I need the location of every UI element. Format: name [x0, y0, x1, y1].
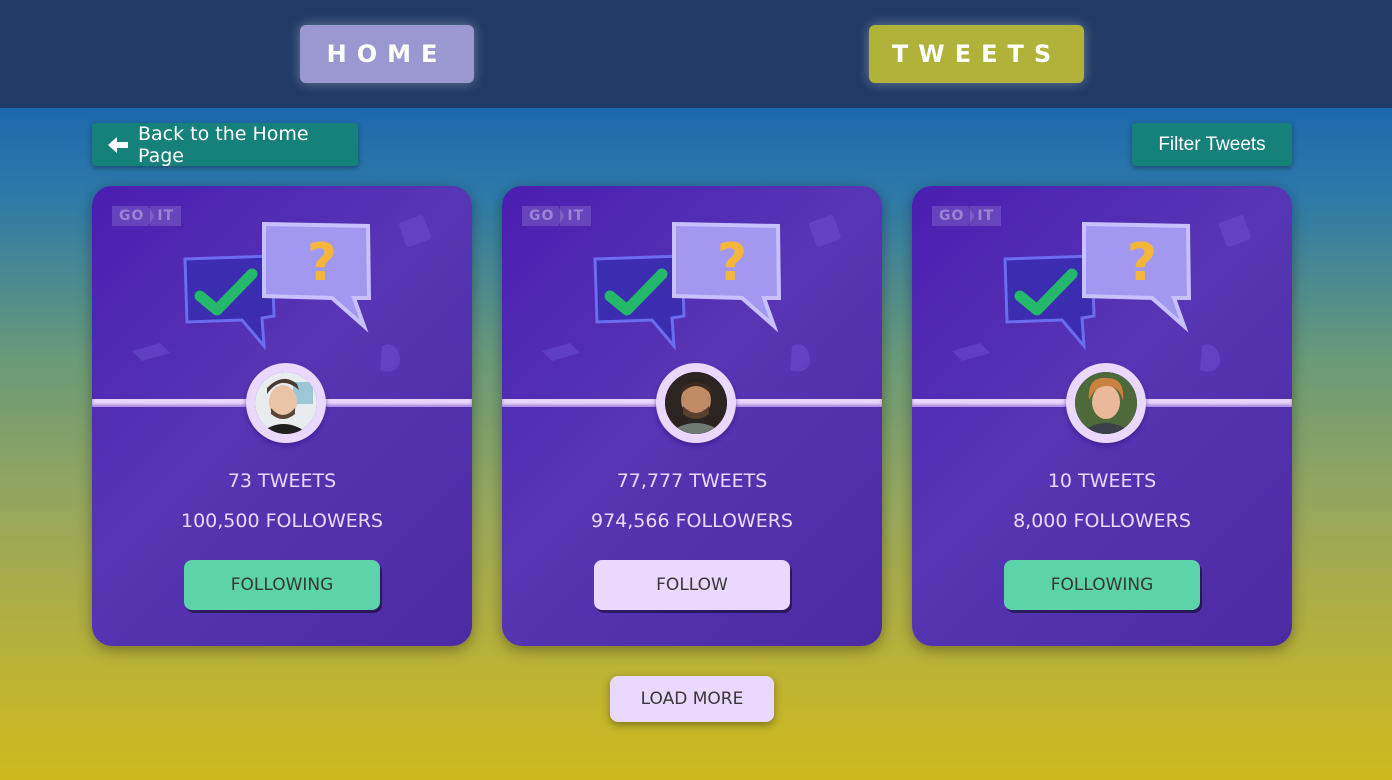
arrow-left-icon: [108, 135, 128, 155]
followers-count: 100,500 FOLLOWERS: [181, 510, 383, 532]
nav-home-link[interactable]: HOME: [300, 25, 474, 83]
back-button-label: Back to the Home Page: [138, 122, 309, 167]
back-button[interactable]: Back to the Home Page: [92, 122, 358, 167]
svg-text:?: ?: [307, 233, 337, 293]
nav-tweets-link[interactable]: TWEETS: [869, 25, 1084, 83]
logo-it: IT: [560, 206, 592, 226]
logo-go: GO: [112, 206, 155, 226]
user-card: ? GO IT 10 TWEETS 8,000 FOLLOWERS FOLLOW…: [912, 186, 1292, 646]
filter-tweets-button[interactable]: Filter Tweets: [1132, 123, 1292, 166]
logo-go: GO: [932, 206, 975, 226]
followers-count: 974,566 FOLLOWERS: [591, 510, 793, 532]
avatar: [665, 372, 727, 434]
svg-text:?: ?: [1127, 233, 1157, 293]
goit-logo: GO IT: [522, 206, 592, 226]
svg-text:?: ?: [717, 233, 747, 293]
tweets-count: 77,777 TWEETS: [616, 470, 768, 492]
tweets-count: 10 TWEETS: [1047, 470, 1157, 492]
following-button[interactable]: FOLLOWING: [184, 560, 380, 610]
top-navigation: HOME TWEETS: [0, 0, 1392, 108]
logo-it: IT: [970, 206, 1002, 226]
logo-go: GO: [522, 206, 565, 226]
avatar-frame: [246, 363, 326, 443]
avatar-frame: [656, 363, 736, 443]
follow-button[interactable]: FOLLOW: [594, 560, 790, 610]
goit-logo: GO IT: [112, 206, 182, 226]
load-more-button[interactable]: LOAD MORE: [610, 676, 774, 722]
goit-logo: GO IT: [932, 206, 1002, 226]
avatar: [1075, 372, 1137, 434]
avatar: [255, 372, 317, 434]
user-card: ? GO IT 77,777 TWEETS 974,566 FOLLOWERS …: [502, 186, 882, 646]
tweets-count: 73 TWEETS: [227, 470, 337, 492]
following-button[interactable]: FOLLOWING: [1004, 560, 1200, 610]
logo-it: IT: [150, 206, 182, 226]
followers-count: 8,000 FOLLOWERS: [1013, 510, 1191, 532]
avatar-frame: [1066, 363, 1146, 443]
user-card: ? GO IT 73 TWEETS 100,500 FOLLOWERS FOLL…: [92, 186, 472, 646]
